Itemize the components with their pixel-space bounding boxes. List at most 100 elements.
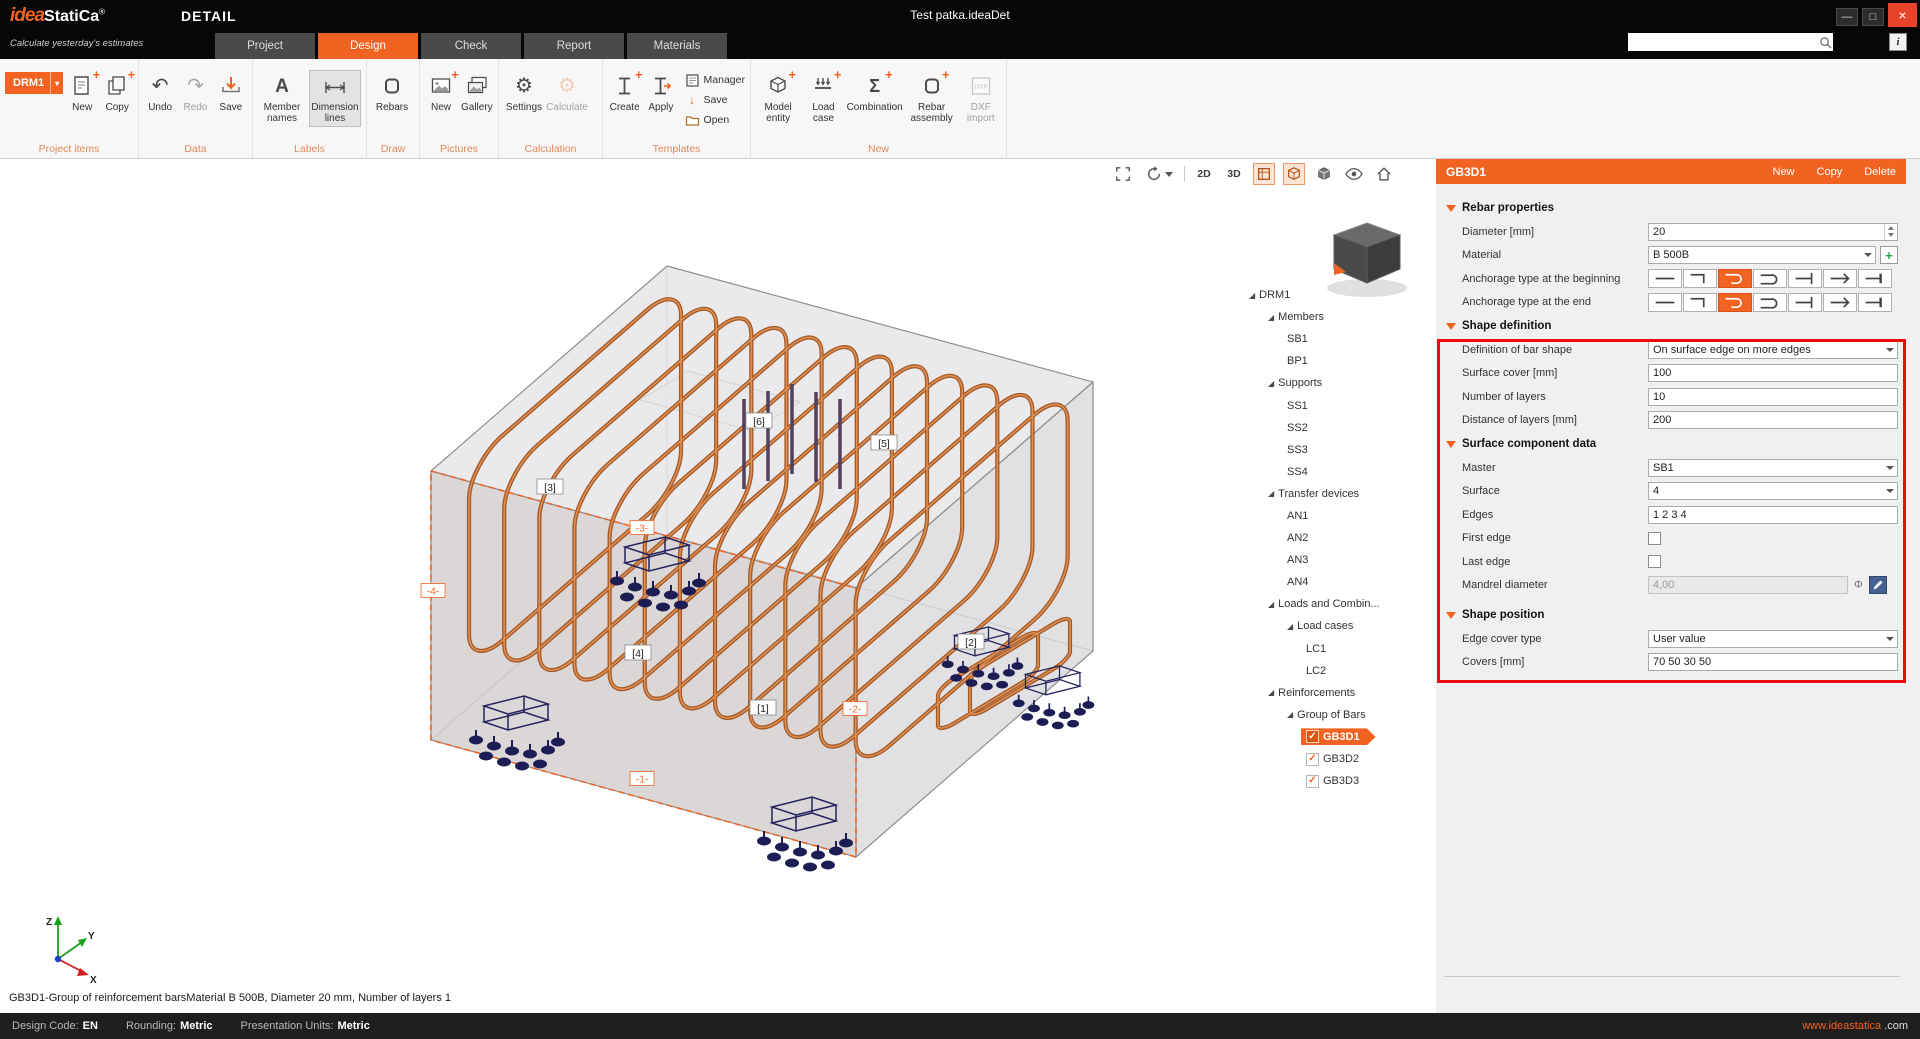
master-dropdown[interactable]: SB1 bbox=[1648, 459, 1898, 477]
tree-item-an2[interactable]: AN2 bbox=[1240, 527, 1436, 549]
redo-button[interactable]: ↷ Redo bbox=[179, 70, 211, 116]
collapse-triangle-icon[interactable] bbox=[1446, 323, 1456, 330]
anchorage-transverse-bar-icon[interactable] bbox=[1788, 269, 1822, 288]
tree-item-gb3d2[interactable]: ✓GB3D2 bbox=[1240, 748, 1436, 770]
combination-button[interactable]: Σ + Combination bbox=[847, 70, 903, 116]
template-manager-button[interactable]: Manager bbox=[685, 72, 745, 88]
orbit-button[interactable] bbox=[1142, 163, 1176, 185]
tree-item-an3[interactable]: AN3 bbox=[1240, 549, 1436, 571]
expand-icon[interactable]: ◢ bbox=[1268, 313, 1274, 322]
diameter-input[interactable]: 20 bbox=[1648, 223, 1898, 241]
tree-item-lc2[interactable]: LC2 bbox=[1240, 660, 1436, 682]
member-names-button[interactable]: A Member names bbox=[258, 70, 306, 127]
expand-icon[interactable]: ◢ bbox=[1249, 291, 1255, 300]
section-rebar-properties[interactable]: Rebar properties bbox=[1436, 196, 1906, 220]
anchorage-loop-180-icon[interactable] bbox=[1753, 293, 1787, 312]
expand-icon[interactable]: ◢ bbox=[1268, 600, 1274, 609]
view-plane-button[interactable] bbox=[1253, 163, 1275, 185]
mandrel-diameter-input[interactable]: 4,00 bbox=[1648, 576, 1848, 594]
project-item-selector[interactable]: DRM1 ▾ bbox=[5, 72, 63, 94]
tree-item-ss1[interactable]: SS1 bbox=[1240, 394, 1436, 416]
model-entity-button[interactable]: + Model entity bbox=[756, 70, 800, 127]
anchorage-hook-180-icon[interactable] bbox=[1718, 293, 1752, 312]
surface-cover-input[interactable]: 100 bbox=[1648, 364, 1898, 382]
home-view-button[interactable] bbox=[1373, 163, 1395, 185]
tab-project[interactable]: Project bbox=[215, 33, 315, 59]
anchorage-continuous-icon[interactable] bbox=[1823, 293, 1857, 312]
tree-item-group-of-bars[interactable]: ◢Group of Bars bbox=[1240, 704, 1436, 726]
visibility-eye-button[interactable] bbox=[1343, 163, 1365, 185]
expand-icon[interactable]: ◢ bbox=[1268, 688, 1274, 697]
dxf-import-button[interactable]: DXF DXF import bbox=[961, 70, 1001, 127]
tree-item-an4[interactable]: AN4 bbox=[1240, 571, 1436, 593]
number-of-layers-input[interactable]: 10 bbox=[1648, 388, 1898, 406]
rebars-button[interactable]: Rebars bbox=[372, 70, 412, 116]
tree-item-gb3d3[interactable]: ✓GB3D3 bbox=[1240, 770, 1436, 792]
minimize-button[interactable]: — bbox=[1836, 8, 1858, 26]
edges-input[interactable]: 1 2 3 4 bbox=[1648, 506, 1898, 524]
apply-template-button[interactable]: Apply bbox=[644, 70, 677, 116]
add-material-button[interactable]: + bbox=[1880, 246, 1898, 264]
anchorage-end-plate-icon[interactable] bbox=[1858, 269, 1892, 288]
create-template-button[interactable]: + Create bbox=[608, 70, 641, 116]
distance-of-layers-input[interactable]: 200 bbox=[1648, 411, 1898, 429]
surface-dropdown[interactable]: 4 bbox=[1648, 482, 1898, 500]
tree-item-loads-and-combin[interactable]: ◢Loads and Combin... bbox=[1240, 593, 1436, 615]
view-2d-button[interactable]: 2D bbox=[1193, 163, 1215, 185]
last-edge-checkbox[interactable] bbox=[1648, 555, 1661, 568]
undo-button[interactable]: ↶ Undo bbox=[144, 70, 176, 116]
tree-item-an1[interactable]: AN1 bbox=[1240, 505, 1436, 527]
model-canvas[interactable]: [3] [6] [5] [4] [1] [2] -3- -4- -2- -1- … bbox=[0, 159, 1436, 1013]
tree-item-members[interactable]: ◢Members bbox=[1240, 306, 1436, 328]
tree-item-sb1[interactable]: SB1 bbox=[1240, 328, 1436, 350]
anchorage-transverse-bar-icon[interactable] bbox=[1788, 293, 1822, 312]
expand-icon[interactable]: ◢ bbox=[1287, 710, 1293, 719]
tab-check[interactable]: Check bbox=[421, 33, 521, 59]
tree-item-lc1[interactable]: LC1 bbox=[1240, 638, 1436, 660]
bar-shape-dropdown[interactable]: On surface edge on more edges bbox=[1648, 341, 1898, 359]
tree-item-drm1[interactable]: ◢DRM1 bbox=[1240, 284, 1436, 306]
checkbox-icon[interactable]: ✓ bbox=[1306, 775, 1319, 788]
search-icon[interactable] bbox=[1817, 34, 1833, 50]
tree-item-transfer-devices[interactable]: ◢Transfer devices bbox=[1240, 483, 1436, 505]
settings-button[interactable]: ⚙ Settings bbox=[504, 70, 544, 116]
collapse-triangle-icon[interactable] bbox=[1446, 612, 1456, 619]
chevron-down-icon[interactable] bbox=[1165, 172, 1173, 177]
section-surface-component-data[interactable]: Surface component data bbox=[1436, 432, 1906, 456]
copy-project-item-button[interactable]: + Copy bbox=[101, 70, 133, 116]
tree-item-gb3d1[interactable]: ✓GB3D1 bbox=[1240, 726, 1436, 748]
tree-item-supports[interactable]: ◢Supports bbox=[1240, 372, 1436, 394]
checkbox-icon[interactable]: ✓ bbox=[1306, 730, 1319, 743]
first-edge-checkbox[interactable] bbox=[1648, 532, 1661, 545]
website-link[interactable]: www.ideastatica .com bbox=[1802, 1020, 1908, 1032]
spinner-buttons[interactable] bbox=[1884, 224, 1897, 240]
tree-item-reinforcements[interactable]: ◢Reinforcements bbox=[1240, 682, 1436, 704]
anchorage-end-plate-icon[interactable] bbox=[1858, 293, 1892, 312]
tab-materials[interactable]: Materials bbox=[627, 33, 727, 59]
material-dropdown[interactable]: B 500B bbox=[1648, 246, 1876, 264]
checkbox-icon[interactable]: ✓ bbox=[1306, 753, 1319, 766]
view-3d-button[interactable]: 3D bbox=[1223, 163, 1245, 185]
collapse-triangle-icon[interactable] bbox=[1446, 205, 1456, 212]
tree-item-bp1[interactable]: BP1 bbox=[1240, 350, 1436, 372]
gallery-button[interactable]: Gallery bbox=[460, 70, 494, 116]
fullscreen-button[interactable] bbox=[1112, 163, 1134, 185]
info-button[interactable]: i bbox=[1889, 33, 1907, 51]
tab-design[interactable]: Design bbox=[318, 33, 418, 59]
expand-icon[interactable]: ◢ bbox=[1287, 622, 1293, 631]
load-case-button[interactable]: + Load case bbox=[803, 70, 843, 127]
collapse-triangle-icon[interactable] bbox=[1446, 441, 1456, 448]
template-save-button[interactable]: ↓ Save bbox=[685, 92, 745, 108]
save-button[interactable]: Save bbox=[215, 70, 247, 116]
viewport-3d[interactable]: [3] [6] [5] [4] [1] [2] -3- -4- -2- -1- … bbox=[0, 159, 1436, 1013]
maximize-button[interactable]: □ bbox=[1862, 8, 1884, 26]
delete-object-button[interactable]: Delete bbox=[1864, 166, 1896, 178]
copy-object-button[interactable]: Copy bbox=[1817, 166, 1843, 178]
section-shape-position[interactable]: Shape position bbox=[1436, 603, 1906, 627]
calculate-button[interactable]: ⚙ Calculate bbox=[547, 70, 587, 116]
anchorage-straight-icon[interactable] bbox=[1648, 293, 1682, 312]
template-open-button[interactable]: Open bbox=[685, 112, 745, 128]
rebar-assembly-button[interactable]: + Rebar assembly bbox=[906, 70, 958, 127]
anchorage-bend-90-icon[interactable] bbox=[1683, 269, 1717, 288]
search-input[interactable] bbox=[1628, 34, 1817, 50]
